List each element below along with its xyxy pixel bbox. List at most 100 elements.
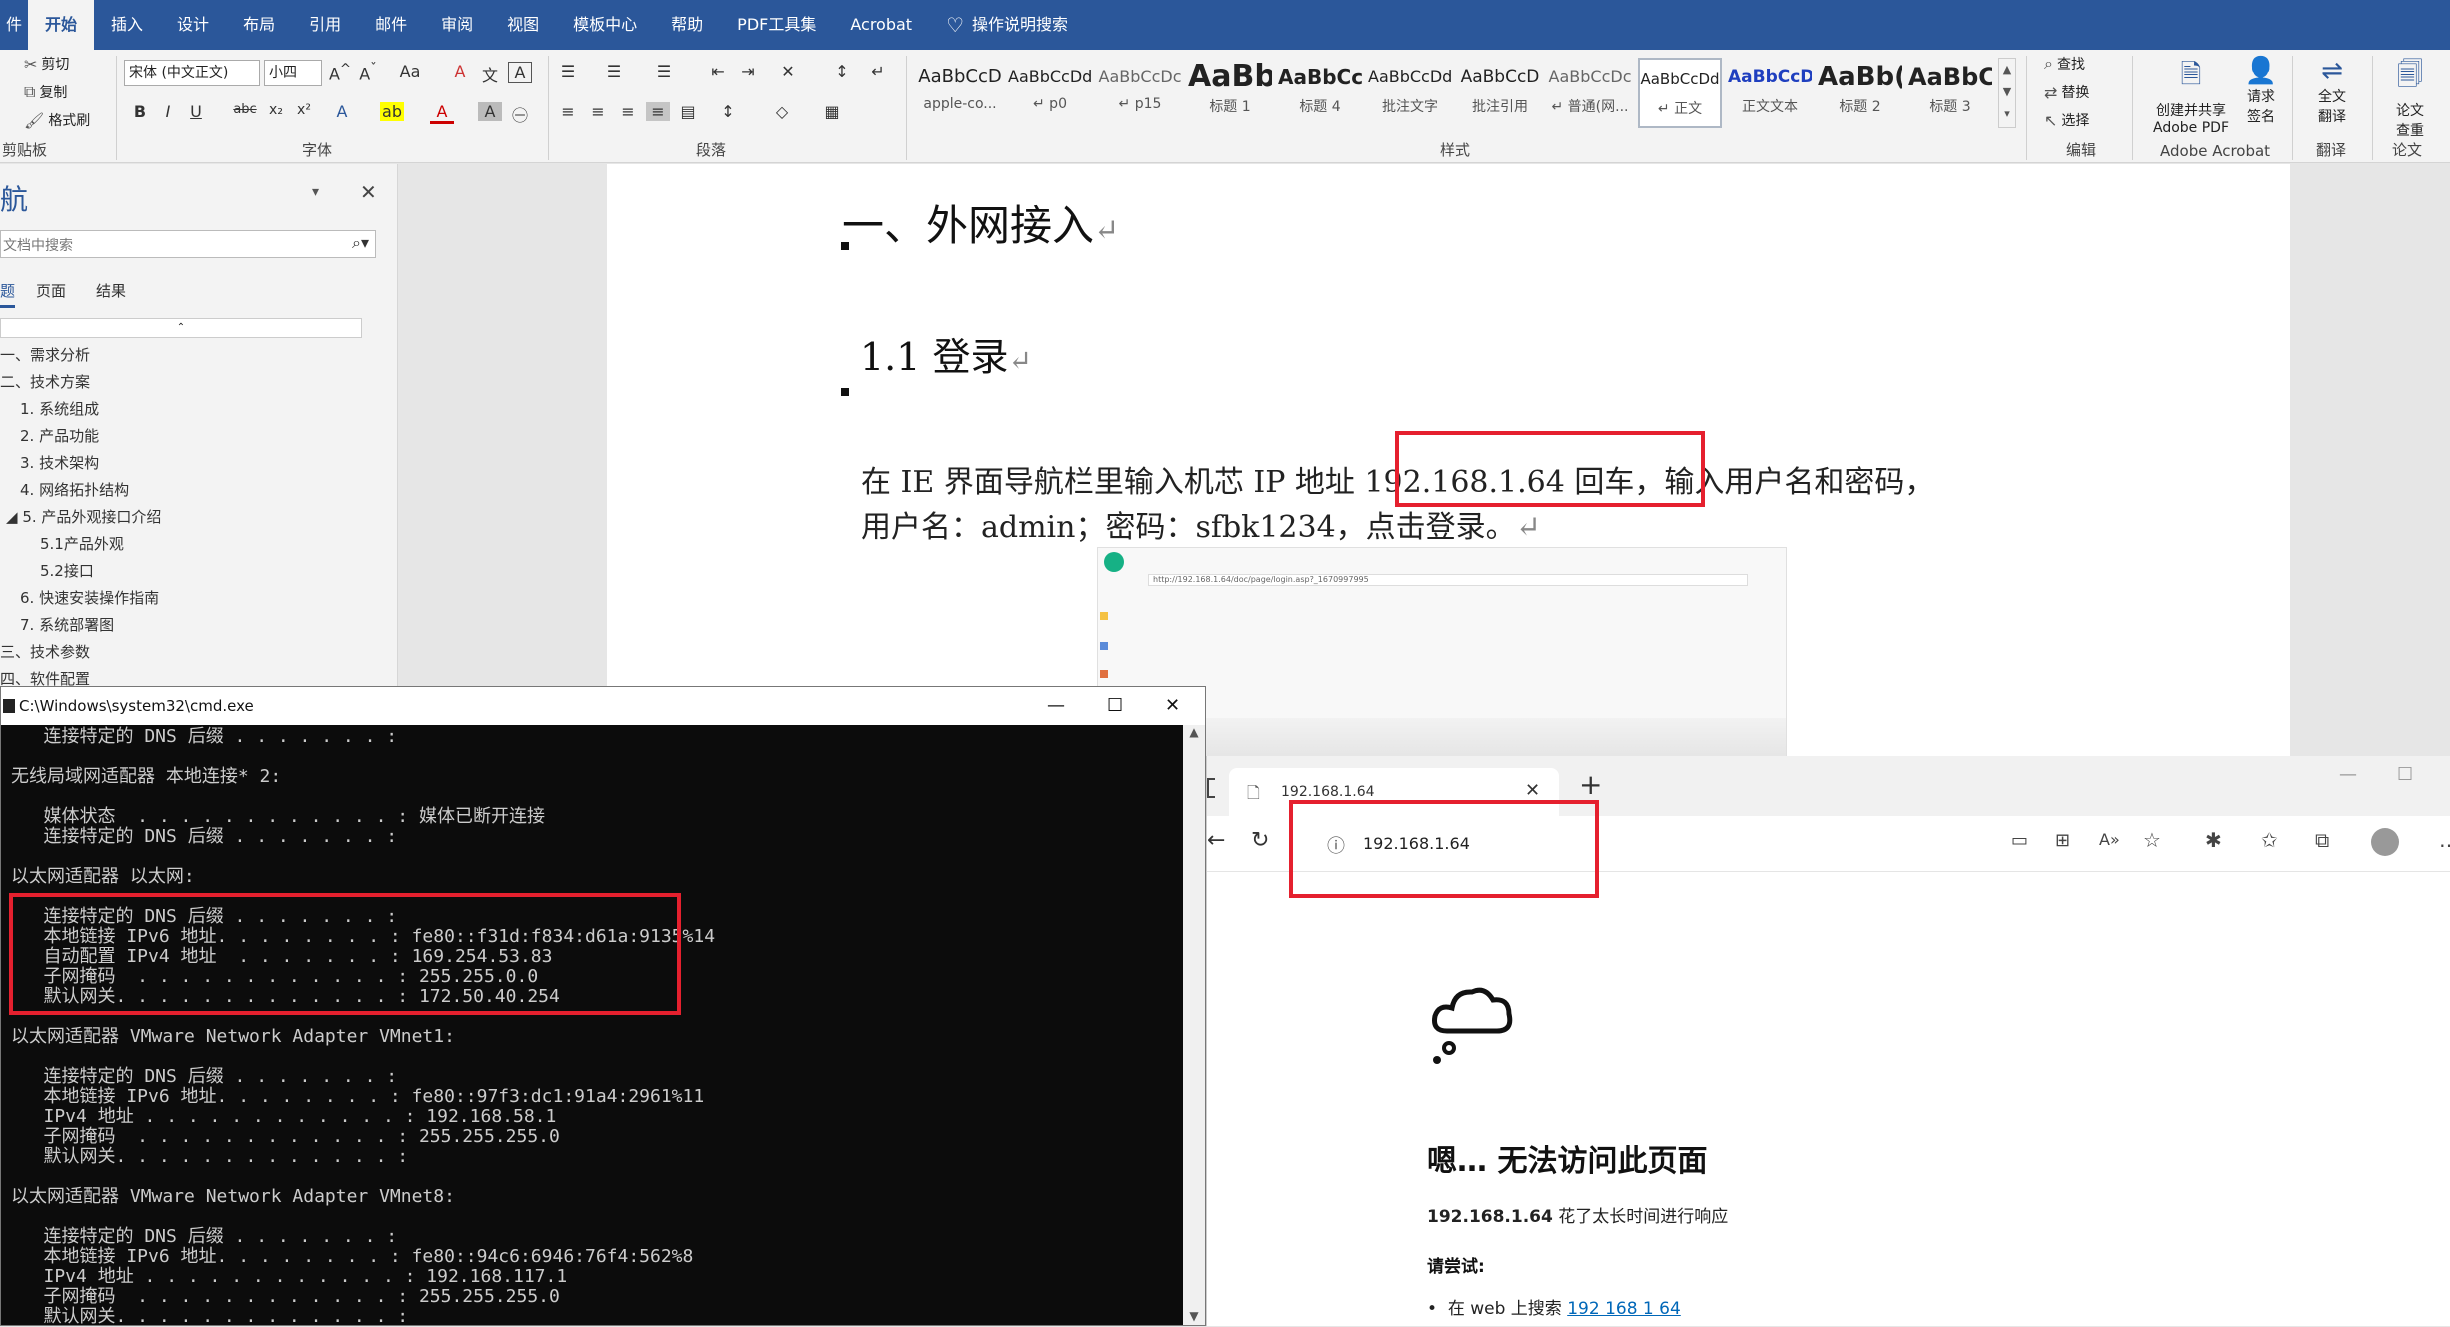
char-shading-button[interactable]: A — [478, 102, 502, 121]
style-heading2[interactable]: AaBb(标题 2 — [1818, 58, 1902, 128]
font-color-button[interactable]: A — [430, 102, 454, 124]
tab-template-center[interactable]: 模板中心 — [556, 0, 654, 50]
tell-me-search[interactable]: ♡ 操作说明搜索 — [929, 0, 1085, 50]
scroll-down-icon[interactable]: ▼ — [1183, 1309, 1205, 1323]
style-p0[interactable]: AaBbCcDd ↵ p0 — [1008, 58, 1092, 128]
style-heading4[interactable]: AaBbCc 标题 4 — [1278, 58, 1362, 128]
close-icon[interactable]: ✕ — [1165, 687, 1180, 725]
nav-item[interactable]: 一、需求分析 — [0, 344, 90, 365]
tab-actions-icon[interactable] — [1207, 778, 1215, 798]
style-apple-co[interactable]: AaBbCcD apple-co... — [918, 58, 1002, 128]
collections-icon[interactable]: ⧉ — [2315, 828, 2329, 852]
minimize-icon[interactable]: — — [2339, 764, 2357, 785]
tab-headings[interactable]: 题 — [0, 280, 16, 308]
tab-review[interactable]: 审阅 — [424, 0, 490, 50]
tab-home[interactable]: 开始 — [28, 0, 95, 50]
app-available-icon[interactable]: ⊞ — [2055, 830, 2070, 851]
grow-font-button[interactable]: A^ — [328, 62, 352, 83]
subscript-button[interactable]: x₂ — [264, 102, 288, 118]
change-case-button[interactable]: Aa — [394, 62, 426, 81]
multilevel-list-button[interactable]: ☰ — [652, 62, 676, 81]
find-button[interactable]: ⌕ 查找 — [2044, 54, 2085, 74]
style-heading1[interactable]: AaBb 标题 1 — [1188, 58, 1272, 128]
translate-button[interactable]: ⇌ 全文 翻译 — [2304, 56, 2360, 126]
font-size-combo[interactable]: 小四 — [264, 60, 322, 86]
sort-button[interactable]: ↕ — [830, 62, 854, 81]
avatar[interactable] — [2371, 828, 2399, 856]
favorites-icon[interactable]: ✩ — [2261, 828, 2278, 852]
create-adobe-pdf-button[interactable]: 🗎 创建并共享 Adobe PDF — [2146, 56, 2236, 136]
style-p15[interactable]: AaBbCcDc ↵ p15 — [1098, 58, 1182, 128]
more-icon[interactable]: … — [2439, 828, 2450, 852]
phonetic-guide-icon[interactable]: 文 — [478, 62, 502, 86]
clear-format-icon[interactable]: A — [448, 62, 472, 81]
style-body-text[interactable]: AaBbCcD 正文文本 — [1728, 58, 1812, 128]
bold-button[interactable]: B — [128, 102, 152, 121]
search-web-link[interactable]: 192 168 1 64 — [1567, 1299, 1681, 1319]
highlight-button[interactable]: ab — [380, 102, 404, 121]
nav-item[interactable]: 2. 产品功能 — [20, 425, 99, 446]
favorite-icon[interactable]: ☆ — [2143, 828, 2161, 852]
nav-item[interactable]: 6. 快速安装操作指南 — [20, 587, 159, 608]
nav-item[interactable]: 三、技术参数 — [0, 641, 90, 662]
superscript-button[interactable]: x² — [292, 102, 316, 118]
new-tab-icon[interactable]: + — [1579, 768, 1602, 801]
tab-view[interactable]: 视图 — [490, 0, 556, 50]
tab-layout[interactable]: 布局 — [226, 0, 292, 50]
shading-button[interactable]: ◇ — [770, 102, 794, 121]
thesis-check-button[interactable]: 🗐 论文 查重 — [2382, 56, 2438, 140]
maximize-icon[interactable]: ☐ — [2397, 764, 2413, 785]
tab-references[interactable]: 引用 — [292, 0, 358, 50]
nav-item[interactable]: 3. 技术架构 — [20, 452, 99, 473]
numbering-button[interactable]: ☰ — [602, 62, 626, 81]
format-painter-button[interactable]: 🖌 格式刷 — [24, 110, 90, 130]
tab-acrobat[interactable]: Acrobat — [833, 0, 929, 50]
tab-mailings[interactable]: 邮件 — [358, 0, 424, 50]
nav-item[interactable]: 5.1产品外观 — [40, 533, 124, 554]
align-center-button[interactable]: ≡ — [586, 102, 610, 121]
style-normal[interactable]: AaBbCcDd ↵ 正文 — [1638, 58, 1722, 128]
style-comment-ref[interactable]: AaBbCcD 批注引用 — [1458, 58, 1542, 128]
borders-button[interactable]: ▦ — [820, 102, 844, 121]
extensions-icon[interactable]: ✱ — [2205, 828, 2222, 852]
nav-search-input[interactable]: 文档中搜索 ⌕▾ — [0, 230, 376, 258]
underline-button[interactable]: U — [184, 102, 208, 121]
minimize-icon[interactable]: — — [1047, 687, 1065, 725]
nav-item[interactable]: ◢ 5. 产品外观接口介绍 — [6, 506, 161, 527]
align-right-button[interactable]: ≡ — [616, 102, 640, 121]
enclose-char-button[interactable]: ㊀ — [508, 102, 532, 126]
nav-scroll-up-icon[interactable]: ⌃ — [0, 318, 362, 338]
shrink-font-button[interactable]: Aˇ — [356, 62, 380, 83]
nav-item[interactable]: 7. 系统部署图 — [20, 614, 114, 635]
style-normal-web[interactable]: AaBbCcDc ↵ 普通(网... — [1548, 58, 1632, 128]
close-icon[interactable]: ✕ — [360, 180, 377, 204]
immersive-reader-icon[interactable]: A» — [2099, 830, 2120, 849]
tab-design[interactable]: 设计 — [160, 0, 226, 50]
distributed-button[interactable]: ▤ — [676, 102, 700, 121]
char-border-icon[interactable]: A — [508, 62, 532, 83]
increase-indent-button[interactable]: ⇥ — [736, 62, 760, 81]
font-name-combo[interactable]: 宋体 (中文正文) — [124, 60, 260, 86]
nav-item[interactable]: 4. 网络拓扑结构 — [20, 479, 129, 500]
cut-button[interactable]: ✂ 剪切 — [24, 54, 69, 74]
style-heading3[interactable]: AaBbC 标题 3 — [1908, 58, 1992, 128]
tab-insert[interactable]: 插入 — [94, 0, 160, 50]
nav-item[interactable]: 二、技术方案 — [0, 371, 90, 392]
strikethrough-button[interactable]: abc — [230, 102, 260, 117]
italic-button[interactable]: I — [156, 102, 180, 121]
asian-layout-button[interactable]: ✕ — [776, 62, 800, 81]
collapse-icon[interactable]: ◢ — [6, 508, 22, 526]
tab-file[interactable]: 件 — [0, 0, 28, 50]
text-effects-button[interactable]: A — [330, 102, 354, 121]
line-spacing-button[interactable]: ↕ — [716, 102, 740, 121]
refresh-icon[interactable]: ↻ — [1251, 828, 1269, 853]
back-icon[interactable]: ← — [1207, 828, 1225, 853]
select-button[interactable]: ↖ 选择 — [2044, 110, 2089, 130]
read-aloud-icon[interactable]: ▭ — [2011, 830, 2028, 851]
nav-item[interactable]: 1. 系统组成 — [20, 398, 99, 419]
copy-button[interactable]: ⧉ 复制 — [24, 82, 67, 102]
decrease-indent-button[interactable]: ⇤ — [706, 62, 730, 81]
justify-button[interactable]: ≡ — [646, 102, 670, 121]
bullets-button[interactable]: ☰ — [556, 62, 580, 81]
nav-item[interactable]: 5.2接口 — [40, 560, 94, 581]
